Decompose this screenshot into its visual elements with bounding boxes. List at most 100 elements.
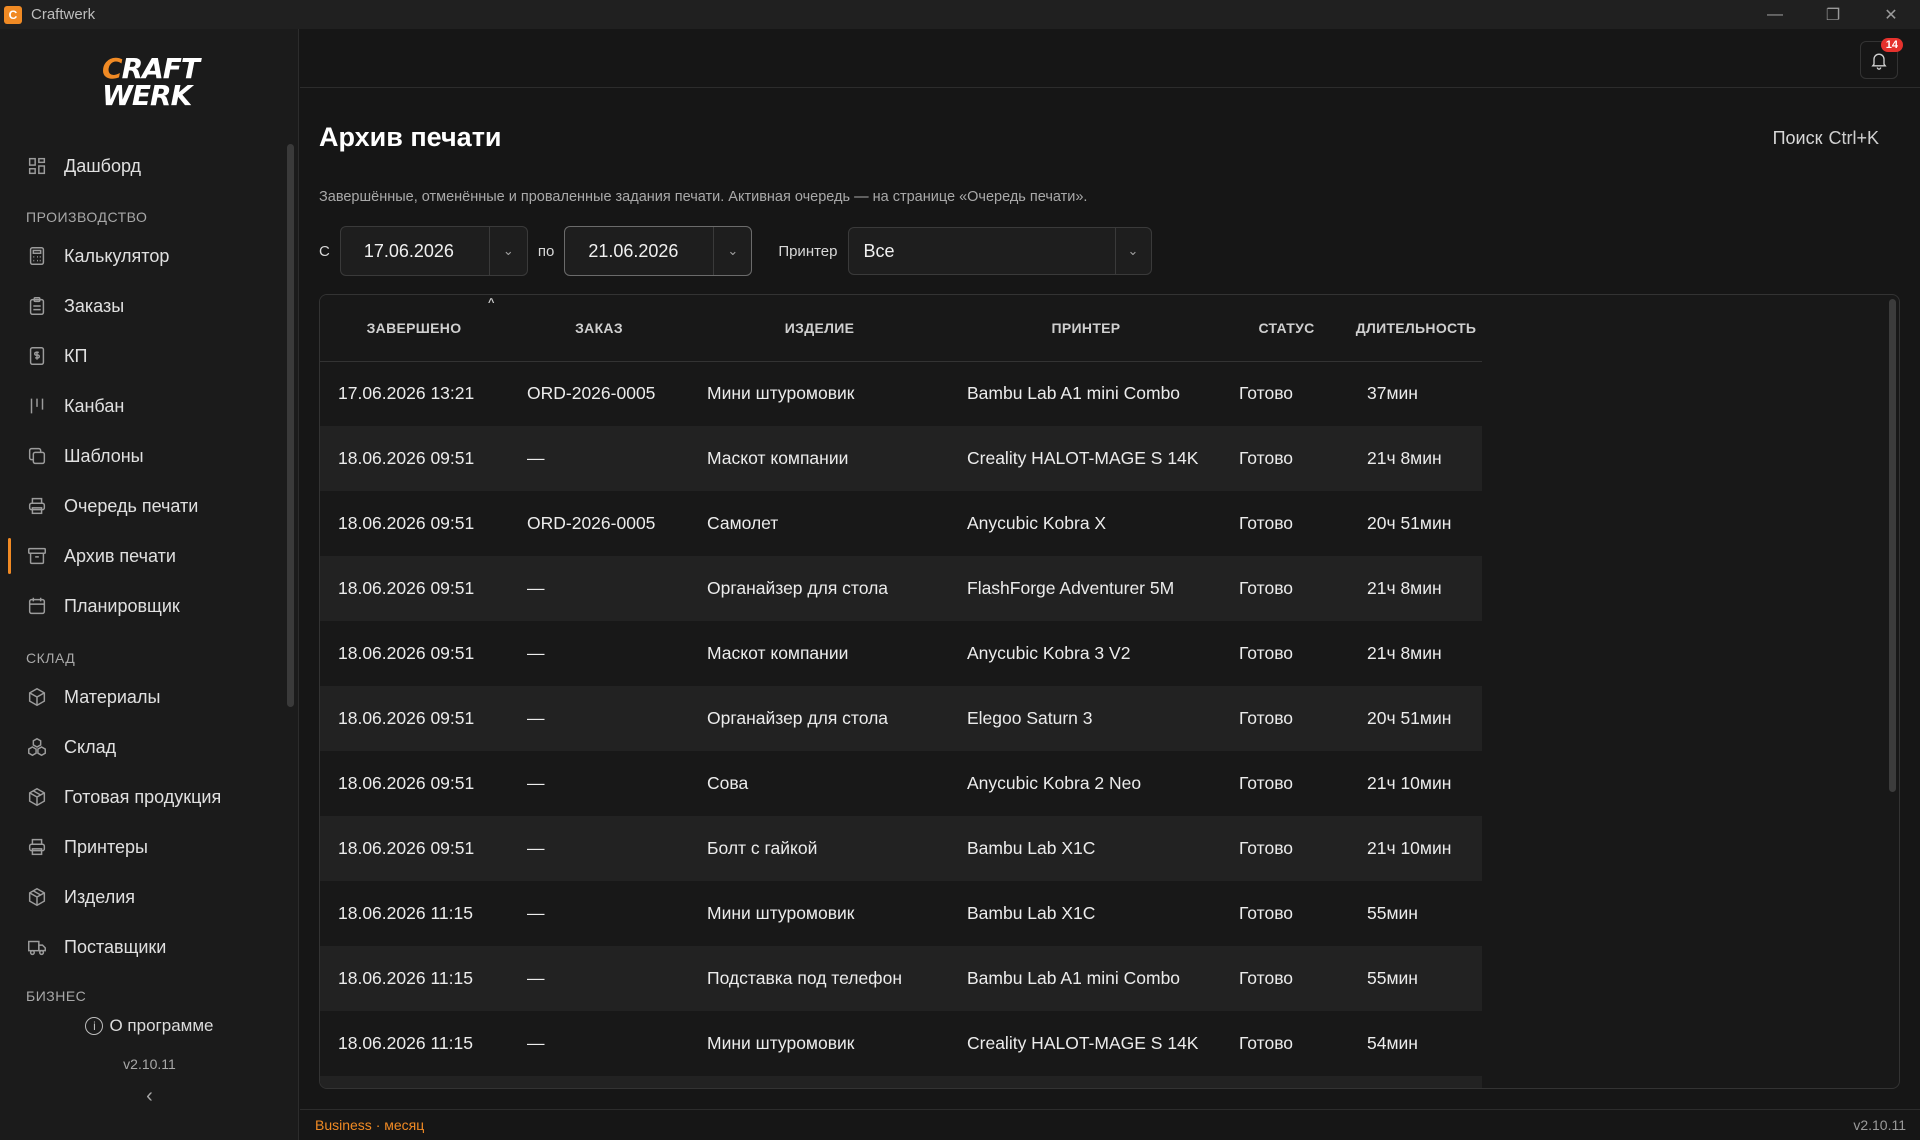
- close-icon[interactable]: ✕: [1862, 0, 1920, 29]
- search-button[interactable]: Поиск Ctrl+K: [1773, 128, 1879, 149]
- sidebar-item[interactable]: Заказы: [8, 284, 290, 328]
- table-cell: Creality HALOT-MAGE S 14K: [949, 1011, 1223, 1076]
- column-header[interactable]: ДЛИТЕЛЬНОСТЬ: [1350, 295, 1482, 362]
- table-cell: Готово: [1223, 621, 1350, 686]
- table-cell: —: [508, 686, 690, 751]
- table-scrollbar[interactable]: [1889, 299, 1896, 792]
- table-cell: [1350, 1076, 1482, 1088]
- column-header[interactable]: ПРИНТЕР: [949, 295, 1223, 362]
- sidebar-item-label: Материалы: [64, 686, 161, 707]
- collapse-sidebar-button[interactable]: ‹: [0, 1085, 299, 1108]
- table-cell: —: [508, 751, 690, 816]
- sidebar-item[interactable]: Принтеры: [8, 825, 290, 869]
- chevron-down-icon[interactable]: ⌄: [1114, 228, 1151, 274]
- sidebar-item[interactable]: Шаблоны: [8, 434, 290, 478]
- date-to-value: 21.06.2026: [588, 240, 679, 261]
- page-title: Архив печати: [319, 122, 502, 152]
- table-cell: —: [508, 946, 690, 1011]
- column-header[interactable]: СТАТУС: [1223, 295, 1350, 362]
- sidebar-item[interactable]: Очередь печати: [8, 484, 290, 528]
- sidebar-item[interactable]: Калькулятор: [8, 234, 290, 278]
- table-cell: ORD-2026-0005: [508, 361, 690, 426]
- date-from-input[interactable]: 17.06.2026 ⌄: [339, 226, 528, 276]
- restore-icon[interactable]: ❐: [1804, 0, 1862, 29]
- sidebar-item[interactable]: Материалы: [8, 675, 290, 719]
- table-row[interactable]: 18.06.2026 09:51— Болт с гайкой Bambu Lab …: [320, 816, 1482, 881]
- box-icon: [26, 686, 48, 708]
- table-row[interactable]: 18.06.2026 09:51— Маскот компании Anycubic…: [320, 621, 1482, 686]
- sidebar-item[interactable]: Поставщики: [8, 925, 290, 969]
- logo-line2: WERK: [102, 79, 192, 112]
- table-cell: Мини штуромовик: [690, 881, 949, 946]
- notifications-button[interactable]: 14: [1860, 38, 1903, 79]
- table-cell: 18.06.2026 09:51: [320, 686, 508, 751]
- table-row[interactable]: 18.06.2026 11:15— Мини штуромовик Creality…: [320, 1011, 1482, 1076]
- column-header[interactable]: ЗАВЕРШЕНО ^: [320, 295, 508, 362]
- boxes-icon: [26, 736, 48, 758]
- table-cell: Готово: [1223, 751, 1350, 816]
- craftwerk-logo[interactable]: CRAFT WERK: [102, 55, 200, 113]
- date-to-input[interactable]: 21.06.2026 ⌄: [564, 226, 753, 276]
- table-cell: 54мин: [1350, 1011, 1482, 1076]
- table-row[interactable]: 18.06.2026 09:51— Органайзер для стола Fla…: [320, 556, 1482, 621]
- table-row[interactable]: 18.06.2026 11:15— Мини штуромовик Bambu La…: [320, 881, 1482, 946]
- sidebar-item[interactable]: Планировщик: [8, 584, 290, 628]
- sidebar-scrollbar[interactable]: [287, 144, 294, 707]
- table-row[interactable]: 18.06.2026 09:51— Органайзер для стола Ele…: [320, 686, 1482, 751]
- table-body: 17.06.2026 13:21 ORD-2026-0005 Мини штуром…: [320, 361, 1482, 1088]
- table-cell: Bambu Lab A1 mini Combo: [949, 361, 1223, 426]
- bell-icon: [1871, 53, 1887, 70]
- sidebar-item[interactable]: Готовая продукция: [8, 775, 290, 819]
- table-row[interactable]: 18.06.2026 09:51— Маскот компании Creality…: [320, 426, 1482, 491]
- table-row[interactable]: 18.06.2026 11:15—: [320, 1076, 1482, 1088]
- package-icon: [26, 886, 48, 908]
- table-row[interactable]: 18.06.2026 11:15— Подставка под телефон Ba…: [320, 946, 1482, 1011]
- column-header-label: ЗАВЕРШЕНО: [366, 319, 462, 336]
- title-bar: C Craftwerk — ❐ ✕: [0, 0, 1920, 29]
- sidebar-item[interactable]: КП: [8, 334, 290, 378]
- sidebar-section-title: СКЛАД: [26, 650, 76, 666]
- printer-icon: [26, 836, 48, 858]
- table-cell: FlashForge Adventurer 5M: [949, 556, 1223, 621]
- printer-select-value: Все: [863, 240, 895, 261]
- plan-label[interactable]: Business · месяц: [315, 1117, 424, 1133]
- app-logo-icon: C: [4, 5, 22, 24]
- table-cell: Creality HALOT-MAGE S 14K: [949, 426, 1223, 491]
- column-header[interactable]: ЗАКАЗ: [508, 295, 690, 362]
- sidebar-item-label: Архив печати: [64, 545, 176, 566]
- about-button[interactable]: i О программе: [0, 1016, 299, 1036]
- table-row[interactable]: 18.06.2026 09:51 ORD-2026-0005 Самолет Anyc…: [320, 491, 1482, 556]
- table-row[interactable]: 17.06.2026 13:21 ORD-2026-0005 Мини штуром…: [320, 361, 1482, 426]
- table-cell: Готово: [1223, 361, 1350, 426]
- app-window: C Craftwerk — ❐ ✕ CRAFT WERK Дашборд ПРОИ…: [0, 0, 1920, 1140]
- kanban-icon: [26, 395, 48, 417]
- sidebar-item[interactable]: Склад: [8, 725, 290, 769]
- table-cell: 18.06.2026 09:51: [320, 556, 508, 621]
- sidebar-item-label: Очередь печати: [64, 495, 199, 516]
- column-header[interactable]: ИЗДЕЛИЕ: [690, 295, 949, 362]
- sidebar-item[interactable]: Канбан: [8, 384, 290, 428]
- table-cell: —: [508, 1076, 690, 1088]
- window-title: Craftwerk: [31, 6, 96, 23]
- table-cell: 20ч 51мин: [1350, 491, 1482, 556]
- printer-select[interactable]: Все ⌄: [847, 227, 1152, 275]
- clipboard-icon: [26, 295, 48, 317]
- archive-table: ЗАВЕРШЕНО ^ ЗАКАЗ ИЗДЕЛИЕ ПРИНТЕР СТАТУС ДЛИТЕ…: [319, 294, 1900, 1089]
- column-header-label: СТАТУС: [1258, 319, 1315, 336]
- sidebar-item[interactable]: Дашборд: [8, 144, 290, 188]
- table-row[interactable]: 18.06.2026 09:51— Сова Anycubic Kobra 2 Ne…: [320, 751, 1482, 816]
- sidebar-item-label: Изделия: [64, 886, 136, 907]
- table-cell: 21ч 8мин: [1350, 621, 1482, 686]
- minimize-icon[interactable]: —: [1746, 0, 1804, 29]
- table-cell: —: [508, 556, 690, 621]
- table-cell: Маскот компании: [690, 426, 949, 491]
- table-cell: 21ч 8мин: [1350, 556, 1482, 621]
- sidebar-item[interactable]: Архив печати: [8, 534, 290, 578]
- chevron-down-icon[interactable]: ⌄: [713, 227, 751, 275]
- table-cell: Готово: [1223, 426, 1350, 491]
- table-cell: —: [508, 816, 690, 881]
- sidebar-item-label: Шаблоны: [64, 445, 144, 466]
- sidebar-item[interactable]: Изделия: [8, 875, 290, 919]
- table-cell: 18.06.2026 09:51: [320, 816, 508, 881]
- chevron-down-icon[interactable]: ⌄: [488, 227, 527, 275]
